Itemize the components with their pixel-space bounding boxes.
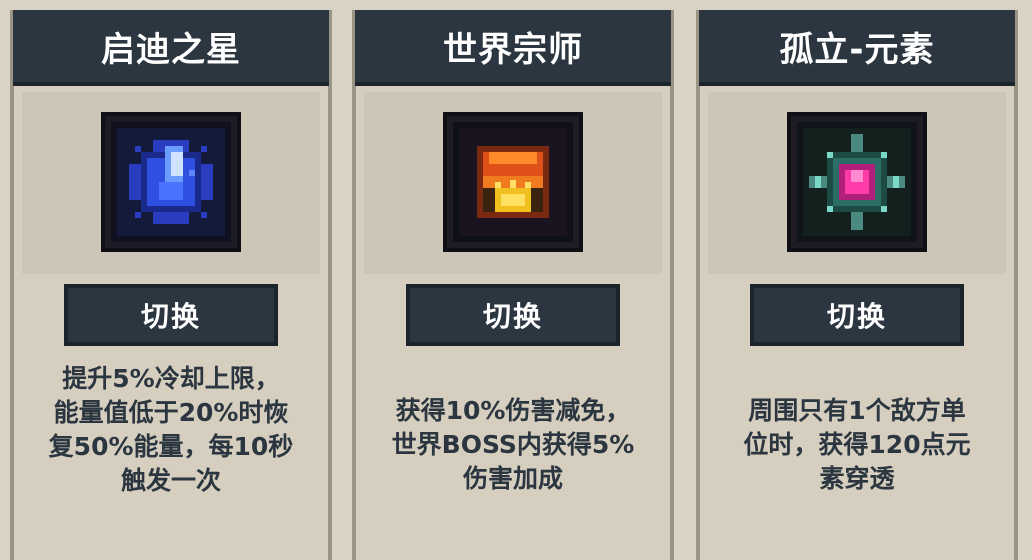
pink-element-gem-icon xyxy=(787,112,927,252)
card-header: 孤立-元素 xyxy=(699,10,1015,86)
talent-selection-panel: 启迪之星 切换 提升5%冷却上限， 能量值低于20%时恢 复50%能量，每10秒… xyxy=(0,0,1032,560)
talent-card-star: 启迪之星 切换 提升5%冷却上限， 能量值低于20%时恢 复50%能量，每10秒… xyxy=(10,10,332,560)
icon-area xyxy=(364,92,662,274)
card-header: 启迪之星 xyxy=(13,10,329,86)
icon-area xyxy=(708,92,1006,274)
card-title: 世界宗师 xyxy=(443,29,583,70)
switch-button[interactable]: 切换 xyxy=(406,284,620,346)
card-title: 启迪之星 xyxy=(101,29,241,70)
blue-star-crystal-icon xyxy=(101,112,241,252)
talent-description: 获得10%伤害减免， 世界BOSS内获得5% 伤害加成 xyxy=(391,396,635,493)
card-header: 世界宗师 xyxy=(355,10,671,86)
switch-button[interactable]: 切换 xyxy=(64,284,278,346)
switch-button-label: 切换 xyxy=(826,300,887,333)
switch-button-label: 切换 xyxy=(482,300,543,333)
talent-card-element: 孤立-元素 切换 周围只有1个敌方单 位时，获得120点元 素穿透 xyxy=(696,10,1018,560)
talent-description: 周围只有1个敌方单 位时，获得120点元 素穿透 xyxy=(743,396,971,493)
talent-description: 提升5%冷却上限， 能量值低于20%时恢 复50%能量，每10秒 触发一次 xyxy=(48,364,294,495)
switch-button-label: 切换 xyxy=(140,300,201,333)
switch-button[interactable]: 切换 xyxy=(750,284,964,346)
golden-crown-icon xyxy=(443,112,583,252)
card-title: 孤立-元素 xyxy=(779,29,935,70)
talent-card-master: 世界宗师 切换 获得10%伤害减免， 世界BOSS内获得5% 伤害加成 xyxy=(352,10,674,560)
icon-area xyxy=(22,92,320,274)
